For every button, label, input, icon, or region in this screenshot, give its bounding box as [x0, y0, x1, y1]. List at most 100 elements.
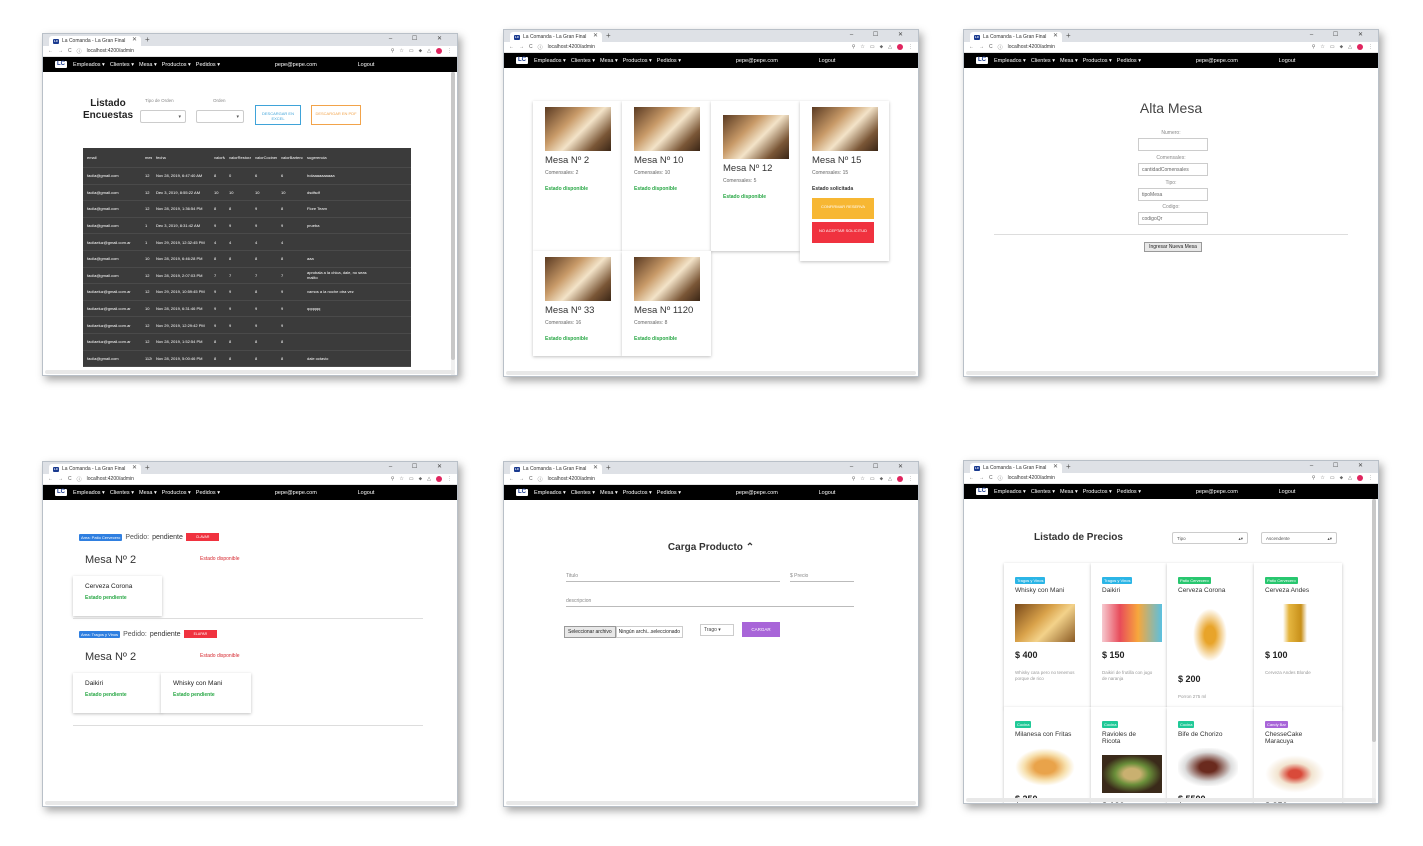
- nav-item[interactable]: Clientes ▾: [110, 490, 134, 496]
- menu-icon[interactable]: ⋮: [447, 48, 452, 54]
- numero-input[interactable]: [1138, 138, 1208, 151]
- product-card[interactable]: Candy Bar ChesseCake Maracuya $ 350: [1254, 707, 1342, 803]
- forward-icon[interactable]: →: [58, 48, 63, 54]
- browser-tab[interactable]: LC La Comanda - La Gran Final ✕: [510, 32, 602, 42]
- confirm-reservation-button[interactable]: CONFIRMAR RESERVA: [812, 198, 874, 219]
- menu-icon[interactable]: ⋮: [908, 44, 913, 50]
- nav-item[interactable]: Clientes ▾: [110, 62, 134, 68]
- url-field[interactable]: localhost:4200/admin: [1008, 44, 1307, 50]
- mesa-card[interactable]: Mesa Nº 15 Comensales: 15 Estado solicit…: [800, 101, 889, 261]
- star-icon[interactable]: ☆: [399, 476, 403, 482]
- nav-item[interactable]: Mesa ▾: [600, 490, 618, 496]
- back-icon[interactable]: ←: [509, 44, 514, 50]
- mesa-card[interactable]: Mesa Nº 2 Comensales: 2 Estado disponibl…: [533, 101, 622, 251]
- nav-item[interactable]: Clientes ▾: [571, 58, 595, 64]
- puzzle-icon[interactable]: △: [1348, 44, 1352, 50]
- back-icon[interactable]: ←: [969, 475, 974, 481]
- window-controls[interactable]: – ☐ ✕: [1310, 462, 1372, 469]
- new-tab-icon[interactable]: +: [1066, 31, 1071, 40]
- menu-icon[interactable]: ⋮: [908, 476, 913, 482]
- cast-icon[interactable]: ▭: [870, 44, 875, 50]
- back-icon[interactable]: ←: [509, 476, 514, 482]
- horizontal-scrollbar[interactable]: [966, 371, 1376, 375]
- zoom-icon[interactable]: ⚲: [1312, 475, 1316, 481]
- choose-file-button[interactable]: Seleccionar archivo: [564, 626, 616, 638]
- cast-icon[interactable]: ▭: [409, 48, 414, 54]
- reload-icon[interactable]: C: [68, 48, 72, 54]
- product-card[interactable]: Patio Cervecero Cerveza Andes $ 100 Cerv…: [1254, 563, 1342, 708]
- puzzle-icon[interactable]: △: [888, 44, 892, 50]
- product-card[interactable]: Patio Cervecero Cerveza Corona $ 200 Por…: [1167, 563, 1254, 708]
- profile-avatar-icon[interactable]: [436, 476, 442, 482]
- close-tab-icon[interactable]: ✕: [593, 32, 598, 39]
- extension-icon[interactable]: ⬥: [1340, 44, 1344, 50]
- reload-icon[interactable]: C: [529, 44, 533, 50]
- column-header[interactable]: valorBartender: [277, 155, 303, 160]
- app-logo[interactable]: LC: [516, 57, 528, 64]
- app-logo[interactable]: LC: [55, 489, 67, 496]
- horizontal-scrollbar[interactable]: [45, 370, 455, 374]
- puzzle-icon[interactable]: △: [427, 48, 431, 54]
- column-header[interactable]: email: [83, 155, 141, 160]
- nav-item[interactable]: Pedidos ▾: [657, 490, 681, 496]
- tipo-select[interactable]: Trago ▾: [700, 624, 734, 636]
- logout-link[interactable]: Logout: [819, 490, 836, 496]
- forward-icon[interactable]: →: [979, 44, 984, 50]
- descripcion-input[interactable]: descripcion: [566, 598, 854, 607]
- nav-item[interactable]: Mesa ▾: [139, 62, 157, 68]
- titulo-input[interactable]: Titulo: [566, 573, 780, 582]
- url-field[interactable]: localhost:4200/admin: [548, 476, 847, 482]
- codigo-input[interactable]: codigoQr: [1138, 212, 1208, 225]
- profile-avatar-icon[interactable]: [897, 476, 903, 482]
- mesa-card[interactable]: Mesa Nº 10 Comensales: 10 Estado disponi…: [622, 101, 711, 251]
- horizontal-scrollbar[interactable]: [966, 798, 1376, 802]
- horizontal-scrollbar[interactable]: [45, 801, 455, 805]
- pedido-item-card[interactable]: Cerveza Corona Estado pendiente: [73, 576, 162, 616]
- vertical-scrollbar[interactable]: [1372, 499, 1376, 803]
- logout-link[interactable]: Logout: [358, 490, 375, 496]
- nav-item[interactable]: Productos ▾: [623, 58, 652, 64]
- nav-item[interactable]: Productos ▾: [162, 490, 191, 496]
- window-controls[interactable]: – ☐ ✕: [389, 35, 451, 42]
- column-header[interactable]: valorMozo: [210, 155, 225, 160]
- extension-icon[interactable]: ⬥: [419, 48, 423, 54]
- new-tab-icon[interactable]: +: [606, 463, 611, 472]
- menu-icon[interactable]: ⋮: [1368, 44, 1373, 50]
- vertical-scrollbar[interactable]: [451, 72, 455, 375]
- comensales-input[interactable]: cantidadComensales: [1138, 163, 1208, 176]
- mesa-card[interactable]: Mesa Nº 12 Comensales: 5 Estado disponib…: [711, 101, 800, 251]
- nav-item[interactable]: Empleados ▾: [994, 489, 1026, 495]
- nav-item[interactable]: Empleados ▾: [73, 62, 105, 68]
- mesa-card[interactable]: Mesa Nº 1120 Comensales: 8 Estado dispon…: [622, 251, 711, 356]
- new-tab-icon[interactable]: +: [145, 35, 150, 44]
- nav-item[interactable]: Clientes ▾: [1031, 58, 1055, 64]
- horizontal-scrollbar[interactable]: [506, 371, 916, 375]
- star-icon[interactable]: ☆: [1320, 44, 1324, 50]
- profile-avatar-icon[interactable]: [436, 48, 442, 54]
- cast-icon[interactable]: ▭: [870, 476, 875, 482]
- puzzle-icon[interactable]: △: [888, 476, 892, 482]
- extension-icon[interactable]: ⬥: [419, 476, 423, 482]
- profile-avatar-icon[interactable]: [897, 44, 903, 50]
- nav-item[interactable]: Productos ▾: [623, 490, 652, 496]
- window-controls[interactable]: – ☐ ✕: [1310, 31, 1372, 38]
- menu-icon[interactable]: ⋮: [1368, 475, 1373, 481]
- logout-link[interactable]: Logout: [1279, 58, 1296, 64]
- logout-link[interactable]: Logout: [1279, 489, 1296, 495]
- browser-tab[interactable]: LC La Comanda - La Gran Final ✕: [49, 36, 141, 46]
- nav-item[interactable]: Productos ▾: [1083, 489, 1112, 495]
- puzzle-icon[interactable]: △: [427, 476, 431, 482]
- nav-item[interactable]: Mesa ▾: [1060, 489, 1078, 495]
- download-excel-button[interactable]: DESCARGAR EN EXCEL: [255, 105, 301, 125]
- star-icon[interactable]: ☆: [860, 476, 864, 482]
- column-header[interactable]: valorCocinero: [251, 155, 277, 160]
- browser-tab[interactable]: LC La Comanda - La Gran Final ✕: [49, 464, 141, 474]
- tipo-input[interactable]: tipoMesa: [1138, 188, 1208, 201]
- reload-icon[interactable]: C: [989, 44, 993, 50]
- reload-icon[interactable]: C: [68, 476, 72, 482]
- nav-item[interactable]: Clientes ▾: [571, 490, 595, 496]
- download-pdf-button[interactable]: DESCARGAR EN PDF: [311, 105, 361, 125]
- column-header[interactable]: fecha: [152, 155, 210, 160]
- zoom-icon[interactable]: ⚲: [852, 44, 856, 50]
- nav-item[interactable]: Pedidos ▾: [1117, 58, 1141, 64]
